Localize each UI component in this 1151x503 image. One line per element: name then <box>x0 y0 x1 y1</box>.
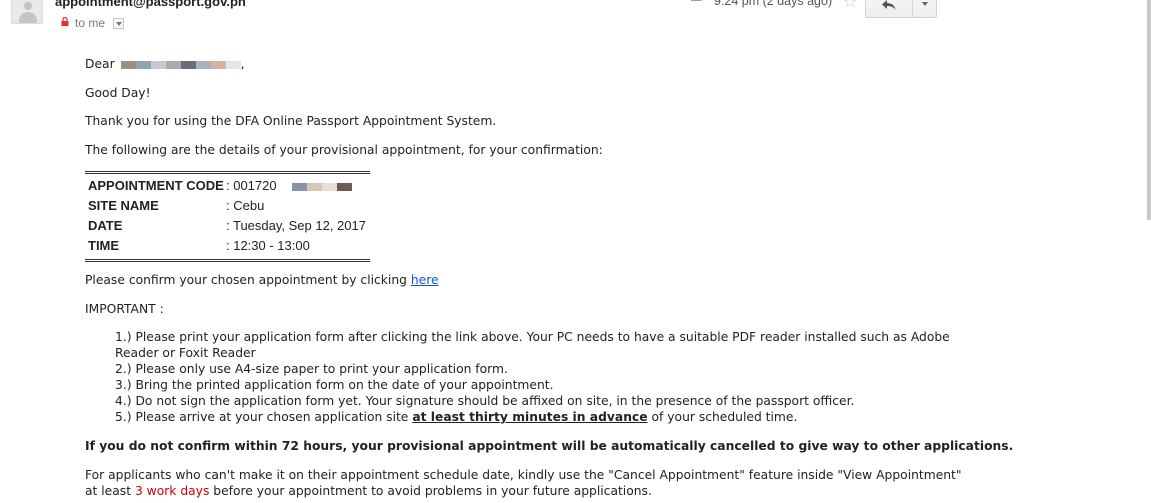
cancel-prefix: at least <box>85 484 132 498</box>
thank-you-text: Thank you for using the DFA Online Passp… <box>85 114 497 128</box>
important-label: IMPORTANT : <box>85 302 164 316</box>
appointment-code-value: : 001720 <box>226 178 277 193</box>
avatar[interactable] <box>11 0 43 24</box>
greeting-line: Dear , <box>85 57 244 72</box>
list-item: 3.) Bring the printed application form o… <box>115 378 554 392</box>
confirm-link[interactable]: here <box>411 273 439 287</box>
cancel-info-line2: at least 3 work days before your appoint… <box>85 484 652 498</box>
intro-text: The following are the details of your pr… <box>85 143 603 157</box>
cancel-info-line1: For applicants who can't make it on thei… <box>85 468 962 482</box>
lock-icon <box>61 17 69 26</box>
confirm-text: Please confirm your chosen appointment b… <box>85 273 407 287</box>
scrollbar[interactable] <box>1147 0 1151 220</box>
sender-address[interactable]: appointment@passport.gov.ph <box>55 0 246 9</box>
row-value: : Cebu <box>226 198 265 213</box>
table-row: SITE NAME : Cebu <box>85 198 370 218</box>
appointment-details-table: APPOINTMENT CODE : 001720 SITE NAME : Ce… <box>85 171 370 262</box>
item5-emphasis: at least thirty minutes in advance <box>412 410 648 424</box>
row-value: : 12:30 - 13:00 <box>226 238 310 253</box>
redacted-name <box>120 58 241 72</box>
list-item: 2.) Please only use A4-size paper to pri… <box>115 362 508 376</box>
table-row: TIME : 12:30 - 13:00 <box>85 238 370 258</box>
table-row: APPOINTMENT CODE : 001720 <box>85 178 370 198</box>
row-value: : Tuesday, Sep 12, 2017 <box>226 218 366 233</box>
confirmation-warning: If you do not confirm within 72 hours, y… <box>85 439 1014 453</box>
more-options-button[interactable] <box>912 0 937 18</box>
confirm-line: Please confirm your chosen appointment b… <box>85 273 439 287</box>
recipient-label: to me <box>75 16 106 30</box>
row-label: DATE <box>88 218 123 233</box>
email-time: 9:24 pm (2 days ago) <box>714 0 833 8</box>
paperclip-icon <box>691 0 702 1</box>
reply-button[interactable] <box>865 0 913 18</box>
chevron-down-icon[interactable] <box>113 18 124 29</box>
table-row: DATE : Tuesday, Sep 12, 2017 <box>85 218 370 238</box>
avatar-head <box>24 2 32 10</box>
list-item-continuation: Reader or Foxit Reader <box>115 346 256 360</box>
greeting: Dear <box>85 57 115 71</box>
item5-suffix: of your scheduled time. <box>651 410 798 424</box>
row-label: SITE NAME <box>88 198 159 213</box>
redacted-code <box>292 179 353 194</box>
list-item: 4.) Do not sign the application form yet… <box>115 394 855 408</box>
work-days-highlight: 3 work days <box>134 484 210 498</box>
greeting-punct: , <box>240 57 245 71</box>
avatar-body <box>19 12 37 23</box>
cancel-suffix: before your appointment to avoid problem… <box>213 484 652 498</box>
list-item: 5.) Please arrive at your chosen applica… <box>115 410 797 424</box>
list-item: 1.) Please print your application form a… <box>115 330 950 344</box>
star-icon[interactable]: ☆ <box>843 0 857 11</box>
row-label: APPOINTMENT CODE <box>88 178 224 193</box>
item5-prefix: 5.) Please arrive at your chosen applica… <box>115 410 409 424</box>
row-value: : 001720 <box>226 178 353 194</box>
row-label: TIME <box>88 238 120 253</box>
good-day: Good Day! <box>85 86 151 100</box>
reply-icon <box>882 0 896 10</box>
